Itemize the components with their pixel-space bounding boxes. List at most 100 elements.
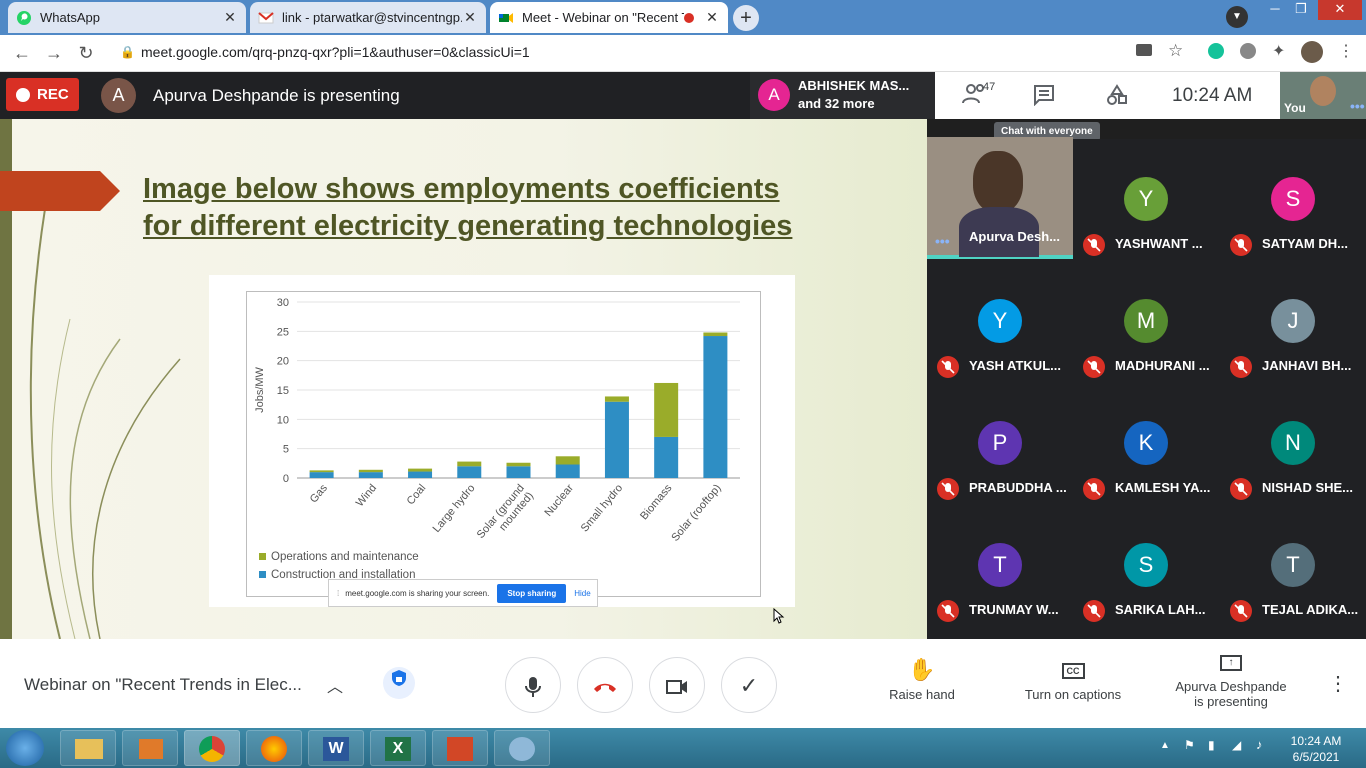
legend-swatch [259, 571, 266, 578]
paint-icon[interactable] [494, 730, 550, 766]
hide-button[interactable]: Hide [574, 589, 590, 598]
raise-hand-button[interactable]: ✋ Raise hand [878, 657, 966, 702]
presenter-avatar: A [101, 78, 136, 113]
back-icon[interactable]: ← [10, 41, 34, 65]
profile-avatar[interactable] [1301, 41, 1323, 63]
close-icon[interactable]: ✕ [222, 9, 238, 26]
camera-button[interactable] [649, 657, 705, 713]
minimize-icon[interactable]: ─ [1262, 0, 1288, 20]
volume-icon[interactable]: ♪ [1256, 737, 1263, 752]
tab-title: WhatsApp [40, 10, 100, 25]
participant-avatar: T [978, 543, 1022, 587]
participant-tile[interactable]: S SATYAM DH... [1220, 139, 1366, 261]
tray-expand-icon[interactable]: ▲ [1160, 740, 1170, 751]
participant-name: NISHAD SHE... [1262, 480, 1354, 495]
chat-button[interactable] [1033, 84, 1055, 111]
chevron-up-icon[interactable]: ︿ [327, 673, 343, 697]
tab-gmail[interactable]: link - ptarwatkar@stvincentngp.e ✕ [250, 2, 486, 33]
mic-off-icon [1230, 234, 1252, 256]
bar-segment [358, 469, 383, 473]
participant-name: MADHURANI ... [1115, 358, 1210, 373]
chat-icon [1034, 85, 1054, 107]
reload-icon[interactable]: ↻ [74, 41, 98, 65]
camera-blocked-icon[interactable] [1136, 44, 1152, 56]
explorer-icon[interactable] [60, 730, 116, 766]
mic-off-icon [1230, 478, 1252, 500]
microphone-icon [525, 677, 541, 698]
participant-tile[interactable]: N NISHAD SHE... [1220, 383, 1366, 505]
participant-tile[interactable]: Y YASH ATKUL... [927, 261, 1073, 383]
menu-icon[interactable]: ⋮ [1338, 41, 1354, 61]
puzzle-icon[interactable]: ✦ [1272, 41, 1285, 61]
close-icon[interactable]: ✕ [704, 9, 720, 26]
maximize-icon[interactable]: ❐ [1288, 0, 1314, 20]
stop-sharing-button[interactable]: Stop sharing [497, 583, 567, 603]
recording-badge: REC [6, 78, 79, 111]
media-player-icon[interactable] [122, 730, 178, 766]
bar-segment [604, 401, 629, 478]
close-icon[interactable]: ✕ [462, 9, 478, 26]
captions-button[interactable]: CC Turn on captions [1016, 657, 1130, 702]
attendance-button[interactable]: ✓ [721, 657, 777, 713]
extension-icon[interactable] [1240, 43, 1256, 59]
more-dots-icon[interactable]: ••• [1350, 98, 1365, 114]
clock-time: 10:24 AM [1290, 734, 1342, 748]
active-speaker-box[interactable]: A ABHISHEK MAS... and 32 more [750, 72, 935, 119]
close-window-icon[interactable]: ✕ [1318, 0, 1362, 20]
participant-tile[interactable]: P PRABUDDHA ... [927, 383, 1073, 505]
battery-icon[interactable]: ▮ [1208, 738, 1215, 752]
more-dots-icon[interactable]: ••• [935, 233, 950, 249]
gmail-icon [258, 11, 274, 23]
participant-tile[interactable]: K KAMLESH YA... [1073, 383, 1219, 505]
participant-tile[interactable]: S SARIKA LAH... [1073, 505, 1219, 627]
tab-whatsapp[interactable]: WhatsApp ✕ [8, 2, 246, 33]
bar-segment [309, 470, 334, 473]
network-icon[interactable]: ◢ [1232, 738, 1241, 752]
leave-call-button[interactable] [577, 657, 633, 713]
x-tick-label: Biomass [638, 482, 675, 522]
bar-segment [604, 396, 629, 402]
start-button[interactable] [6, 730, 44, 766]
tab-meet[interactable]: Meet - Webinar on "Recent T ✕ [490, 2, 728, 33]
new-tab-button[interactable]: + [733, 5, 759, 31]
microphone-button[interactable] [505, 657, 561, 713]
shield-lock-icon [392, 670, 406, 686]
excel-icon[interactable]: X [370, 730, 426, 766]
presenting-title: Apurva Deshpande is presenting [153, 86, 400, 105]
participant-tile[interactable]: ••• Apurva Desh... [927, 137, 1073, 259]
powerpoint-icon[interactable] [432, 730, 488, 766]
url-field[interactable]: meet.google.com/qrq-pnzq-qxr?pli=1&authu… [141, 44, 530, 60]
grammarly-icon[interactable] [1208, 43, 1224, 59]
participant-name: SATYAM DH... [1262, 236, 1348, 251]
y-tick-label: 30 [277, 297, 289, 309]
participant-tile[interactable]: J JANHAVI BH... [1220, 261, 1366, 383]
word-icon[interactable]: W [308, 730, 364, 766]
present-button[interactable]: ↑ Apurva Deshpande is presenting [1166, 653, 1296, 709]
participant-tile[interactable]: T TEJAL ADIKA... [1220, 505, 1366, 627]
forward-icon[interactable]: → [42, 41, 66, 65]
activities-button[interactable] [1106, 84, 1128, 111]
star-icon[interactable]: ☆ [1168, 41, 1183, 61]
people-button[interactable]: 47 [961, 81, 1005, 109]
participant-tile[interactable]: T TRUNMAY W... [927, 505, 1073, 627]
screen-share-notice: ⁞ meet.google.com is sharing your screen… [328, 579, 598, 607]
flag-icon[interactable]: ⚑ [1184, 738, 1195, 752]
chrome-icon[interactable] [184, 730, 240, 766]
system-clock[interactable]: 10:24 AM 6/5/2021 [1283, 733, 1349, 765]
participant-name: TRUNMAY W... [969, 602, 1059, 617]
tab-search-icon[interactable]: ▼ [1226, 6, 1248, 28]
participant-tile[interactable]: Y YASHWANT ... [1073, 139, 1219, 261]
chart-image: 0 5 10 15 20 25 30 Jobs/MW Gas Wind Coal Large hydr… [209, 275, 795, 607]
participant-avatar: T [1271, 543, 1315, 587]
participant-tile[interactable]: M MADHURANI ... [1073, 261, 1219, 383]
more-options-icon[interactable]: ⋮ [1328, 671, 1348, 696]
host-controls-button[interactable] [383, 667, 415, 699]
meet-icon [499, 12, 513, 23]
title-arrow-shape [0, 171, 120, 211]
participant-name: YASHWANT ... [1115, 236, 1203, 251]
firefox-icon[interactable] [246, 730, 302, 766]
mic-off-icon [1083, 234, 1105, 256]
meeting-title[interactable]: Webinar on "Recent Trends in Elec... [24, 675, 302, 695]
bar-segment [654, 436, 679, 478]
self-view-thumbnail[interactable]: You ••• [1280, 72, 1366, 119]
